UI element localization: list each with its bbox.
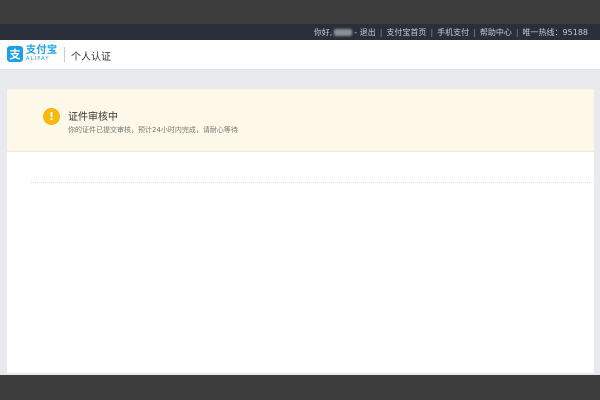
notice-description: 你的证件已提交审核，预计24小时内完成，请耐心等待: [68, 126, 238, 134]
alipay-logo[interactable]: 支 支付宝 ALIPAY: [7, 46, 58, 62]
logo-text: 支付宝 ALIPAY: [26, 46, 58, 62]
dotted-divider: [31, 182, 594, 183]
hotline-text: 唯一热线：95188: [522, 27, 588, 37]
username-redacted: [334, 28, 353, 36]
top-links: 你好, - 退出 | 支付宝首页 | 手机支付 | 帮助中心 | 唯一热线：95…: [314, 24, 588, 40]
header: 支 支付宝 ALIPAY 个人认证: [0, 40, 600, 70]
divider: |: [473, 27, 476, 37]
divider: |: [515, 27, 519, 37]
header-divider: [64, 47, 65, 62]
alipay-home-link[interactable]: 支付宝首页: [386, 27, 426, 38]
greeting-text: 你好,: [313, 27, 333, 37]
alipay-logo-icon: 支: [7, 46, 23, 62]
divider: |: [379, 27, 383, 37]
main-card: ! 证件审核中 你的证件已提交审核，预计24小时内完成，请耐心等待: [7, 89, 594, 373]
logo-en: ALIPAY: [26, 56, 50, 62]
logo-cn: 支付宝: [26, 45, 58, 56]
bottom-bar: [0, 375, 600, 400]
help-center-link[interactable]: 帮助中心: [480, 27, 512, 38]
logout-link[interactable]: - 退出: [354, 27, 375, 38]
notice-title: 证件审核中: [68, 112, 118, 123]
page-title: 个人认证: [71, 52, 111, 63]
divider: |: [430, 27, 434, 37]
mobile-pay-link[interactable]: 手机支付: [437, 27, 469, 38]
review-notice: ! 证件审核中 你的证件已提交审核，预计24小时内完成，请耐心等待: [7, 89, 594, 152]
warning-icon: !: [43, 108, 60, 125]
top-bar: 你好, - 退出 | 支付宝首页 | 手机支付 | 帮助中心 | 唯一热线：95…: [0, 24, 600, 40]
